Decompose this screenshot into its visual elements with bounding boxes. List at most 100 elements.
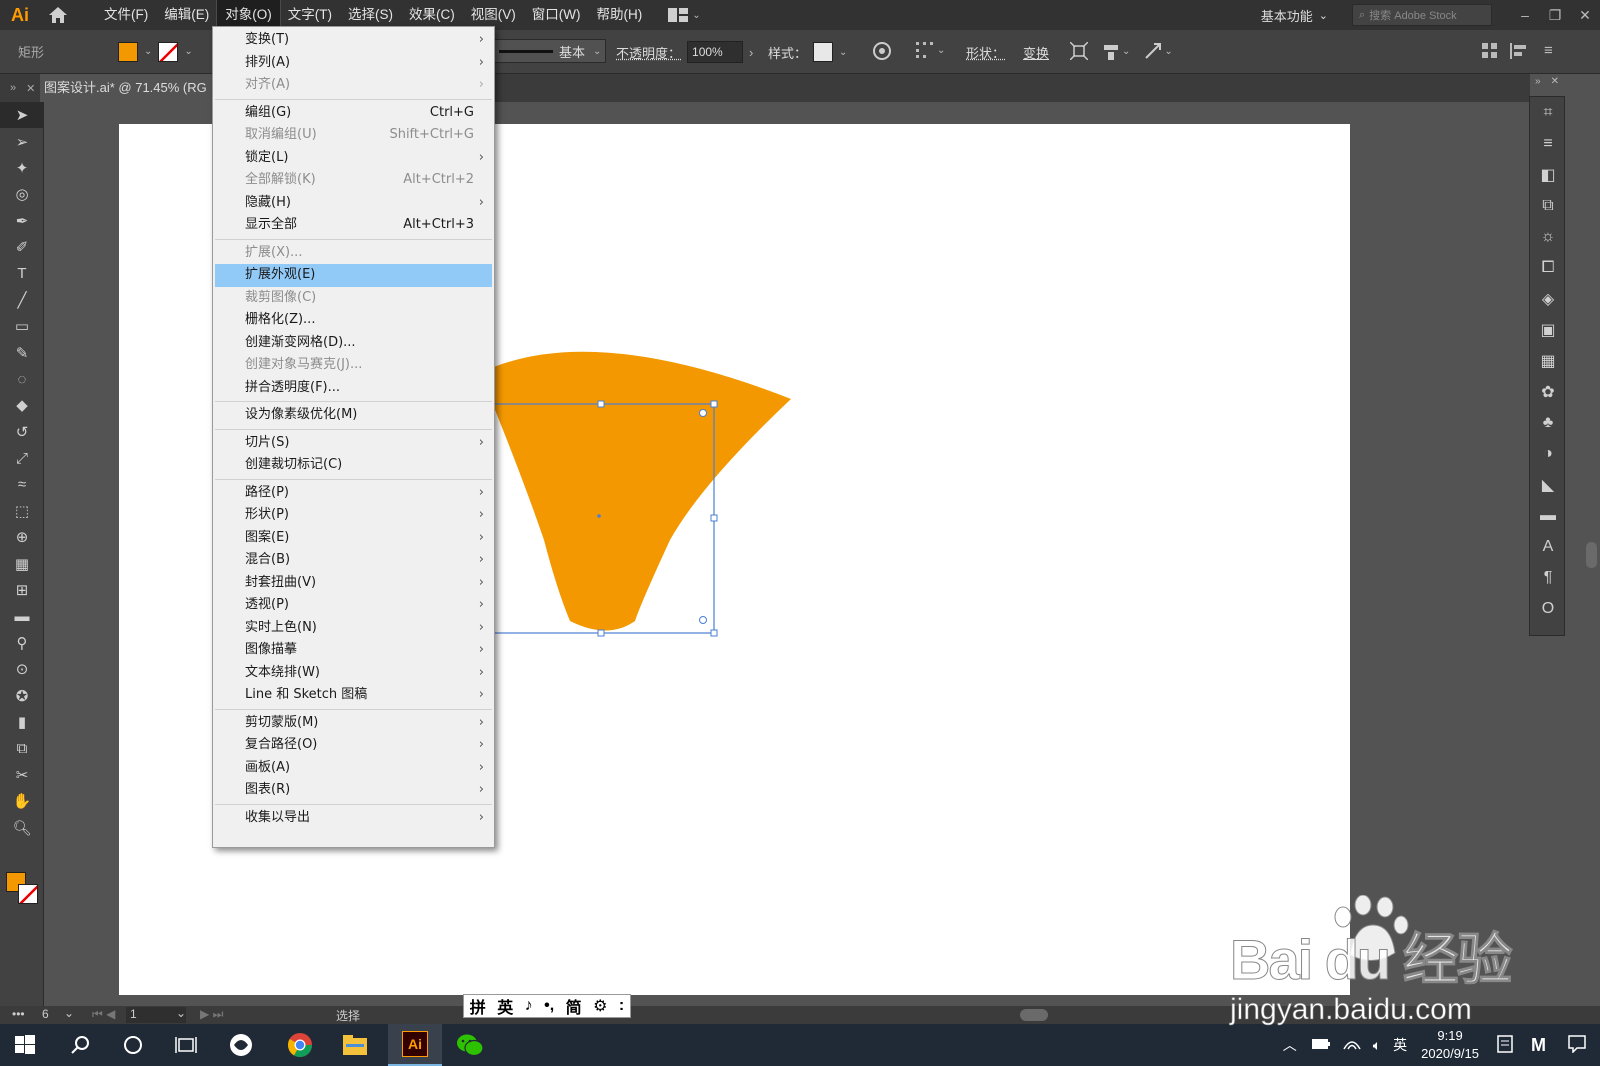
gradient-tool-icon[interactable]: ▬ [0,603,44,629]
selection-handle[interactable] [597,629,605,637]
ime-button[interactable]: 拼 [470,994,486,1018]
artboard-tool-icon[interactable]: ⧉ [0,735,44,761]
menu-item-27[interactable]: 混合(B) › [215,549,492,572]
chevron-down-icon[interactable]: ⌄ [176,1006,186,1020]
mesh-tool-icon[interactable]: ⊞ [0,577,44,603]
ime-language-indicator[interactable]: 英 [1393,1035,1407,1055]
menu-item[interactable]: 文件(F) [96,0,156,30]
puppet-warp-icon[interactable]: ⌄ [1144,42,1173,60]
rectangle-tool-icon[interactable]: ▭ [0,313,44,339]
slice-tool-icon[interactable]: ✂ [0,762,44,788]
scroll-thumb[interactable] [1586,542,1597,568]
screenshot-app-icon[interactable] [216,1024,266,1066]
ime-button[interactable]: ⚙ [593,996,607,1016]
chevron-down-icon[interactable]: ⌄ [839,47,847,58]
menu-item[interactable]: 帮助(H) [588,0,650,30]
restore-button[interactable]: ❐ [1540,7,1570,24]
symbol-sprayer-tool-icon[interactable]: ✪ [0,683,44,709]
hand-tool-icon[interactable]: ✋ [0,788,44,814]
pathfinder-icon[interactable]: ◧ [1530,159,1566,190]
fill-color-swatch[interactable] [118,41,138,62]
appearance-icon[interactable]: ☼ [1530,221,1566,252]
selection-handle[interactable] [710,629,718,637]
align-icon[interactable]: ≡ [1530,128,1566,159]
artboards-icon[interactable]: ▣ [1530,314,1566,345]
menu-item-38[interactable]: 图表(R) › [215,779,492,802]
chrome-icon[interactable] [275,1024,325,1066]
collapse-icon[interactable]: » [10,82,16,94]
selection-handle[interactable] [710,400,718,408]
menu-item-28[interactable]: 封套扭曲(V) › [215,572,492,595]
menu-item[interactable]: 窗口(W) [524,0,589,30]
notes-icon[interactable] [1497,1034,1513,1056]
transform-icon[interactable]: ⧠ [1530,252,1566,283]
menu-item-17[interactable]: 拼合透明度(F)... [215,377,492,400]
clock[interactable]: 9:19 2020/9/15 [1421,1027,1479,1063]
ime-button[interactable]: •, [544,997,554,1015]
arrange-icon[interactable]: ⌄ [1102,42,1130,60]
workspace-switcher[interactable]: 基本功能 ⌄ [1261,6,1328,25]
grid-panel-icon[interactable] [1482,42,1498,59]
wifi-icon[interactable] [1343,1037,1361,1054]
app-tray-icon[interactable]: M [1531,1035,1546,1056]
corner-widget[interactable] [699,409,707,417]
blend-tool-icon[interactable]: ⊙ [0,656,44,682]
first-artboard-icon[interactable]: ⏮ ◀ [92,1007,115,1022]
shaper-tool-icon[interactable]: ◌ [0,366,44,392]
zoom-tool-icon[interactable]: 🔍︎ [0,815,44,841]
chevron-down-icon[interactable]: ⌄ [144,46,152,57]
graph-tool-icon[interactable]: ▮ [0,709,44,735]
swatches-icon[interactable]: ▦ [1530,345,1566,376]
illustrator-taskbar-icon[interactable]: Ai [388,1024,442,1066]
curvature-tool-icon[interactable]: ✐ [0,234,44,260]
notification-center-icon[interactable] [1568,1034,1586,1056]
graphic-style-swatch[interactable] [813,42,834,62]
selection-handle[interactable] [710,514,718,522]
cortana-icon[interactable] [108,1024,158,1066]
paintbrush-tool-icon[interactable]: ✎ [0,340,44,366]
menu-item-19[interactable]: 设为像素级优化(M) [215,404,492,427]
menu-item-4[interactable]: 编组(G) Ctrl+G [215,102,492,125]
arrange-documents-icon[interactable]: ⌄ [668,8,701,22]
wechat-icon[interactable] [443,1024,497,1066]
direct-selection-tool-icon[interactable]: ➢ [0,128,44,154]
type-tool-icon[interactable]: T [0,260,44,286]
width-tool-icon[interactable]: ≈ [0,471,44,497]
orange-fan-shape[interactable] [480,351,791,631]
brushes-icon[interactable]: ✿ [1530,376,1566,407]
graphic-styles-icon[interactable]: ◑ [1530,438,1566,469]
menu-item-25[interactable]: 形状(P) › [215,504,492,527]
rotate-tool-icon[interactable]: ↺ [0,419,44,445]
opentype-icon[interactable]: O [1530,593,1566,624]
symbols-icon[interactable]: ♣ [1530,407,1566,438]
menu-item-31[interactable]: 图像描摹 › [215,639,492,662]
magic-wand-tool-icon[interactable]: ✦ [0,155,44,181]
task-view-icon[interactable] [161,1024,211,1066]
home-icon[interactable] [40,0,76,30]
free-transform-tool-icon[interactable]: ⬚ [0,498,44,524]
recolor-artwork-icon[interactable] [872,41,892,64]
ime-button[interactable]: 简 [566,994,582,1018]
stroke-none-swatch[interactable] [158,41,179,62]
battery-icon[interactable] [1311,1037,1331,1053]
scale-tool-icon[interactable]: ⤢ [0,445,44,471]
opacity-input[interactable]: 100% [687,41,744,63]
menu-item-0[interactable]: 变换(T) › [215,29,492,52]
menu-item-12[interactable]: 扩展外观(E) [215,264,492,287]
character-icon[interactable]: A [1530,531,1566,562]
stroke-icon[interactable]: ◣ [1530,469,1566,500]
minimize-button[interactable]: – [1510,7,1540,23]
menu-item[interactable]: 编辑(E) [156,0,217,30]
isolate-group-icon[interactable] [1070,42,1088,60]
menu-item-29[interactable]: 透视(P) › [215,594,492,617]
search-icon[interactable] [55,1024,105,1066]
gradient-icon[interactable]: ▬ [1530,500,1566,531]
selection-handle[interactable] [597,400,605,408]
menu-item-8[interactable]: 隐藏(H) › [215,192,492,215]
close-icon[interactable]: ✕ [26,82,35,95]
opacity-label[interactable]: 不透明度： [616,43,681,62]
transform-link[interactable]: 变换 [1023,43,1049,62]
align-options-icon[interactable]: ⌄ [916,42,945,58]
close-icon[interactable]: ✕ [1551,76,1559,94]
ime-toolbar[interactable]: 拼英 ♪ •, 简 ⚙: [463,994,631,1018]
